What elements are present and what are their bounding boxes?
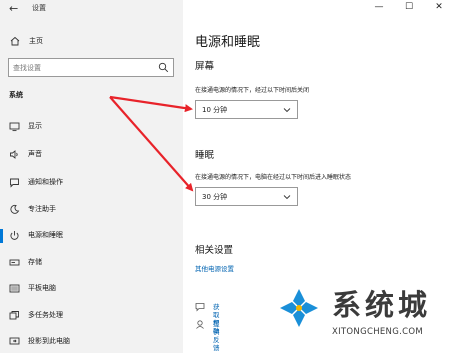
sidebar-item-label: 多任务处理: [28, 311, 63, 319]
screen-description: 在接通电源的情况下，经过以下时间后关闭: [195, 87, 310, 94]
sidebar-item-storage[interactable]: 存储: [0, 251, 183, 275]
search-icon[interactable]: [158, 62, 169, 73]
sidebar-item-label: 存储: [28, 258, 42, 266]
chevron-down-icon: [283, 195, 291, 200]
sleep-timeout-select[interactable]: 30 分钟: [195, 187, 298, 206]
watermark-subtext: XITONGCHENG.COM: [332, 327, 423, 337]
sidebar-item-label: 电源和睡眠: [28, 231, 63, 239]
screen-heading: 屏幕: [195, 61, 215, 72]
chevron-down-icon: [283, 108, 291, 113]
sidebar-item-power-sleep[interactable]: 电源和睡眠: [0, 224, 183, 248]
sidebar-item-label: 通知和操作: [28, 178, 63, 186]
storage-icon: [9, 259, 20, 266]
logo-icon: [280, 289, 318, 327]
feedback-icon: [196, 320, 204, 329]
sidebar-item-project[interactable]: 投影到此电脑: [0, 330, 183, 353]
search-box[interactable]: [8, 58, 174, 77]
sleep-description: 在接通电源的情况下，电脑在经过以下时间后进入睡眠状态: [195, 174, 352, 181]
feedback-label: 提供反馈: [213, 320, 220, 352]
sidebar: ← 设置 主页 系统 显示 声音 通知和操作: [0, 0, 183, 353]
sidebar-item-label: 专注助手: [28, 205, 56, 213]
sidebar-item-display[interactable]: 显示: [0, 115, 183, 139]
watermark-text: 系统城: [332, 288, 432, 322]
sidebar-item-label: 主页: [29, 37, 43, 45]
power-icon: [10, 231, 19, 240]
speaker-icon: [10, 150, 18, 159]
select-value: 10 分钟: [202, 106, 228, 114]
sidebar-item-home[interactable]: 主页: [0, 33, 183, 49]
monitor-icon: [9, 122, 20, 132]
project-icon: [9, 337, 20, 345]
search-input[interactable]: [13, 63, 153, 73]
sidebar-item-focus-assist[interactable]: 专注助手: [0, 198, 183, 222]
app-title: 设置: [32, 4, 46, 12]
notification-icon: [10, 178, 19, 188]
sleep-heading: 睡眠: [195, 150, 215, 161]
screen-timeout-select[interactable]: 10 分钟: [195, 100, 298, 119]
active-indicator: [0, 229, 3, 243]
sidebar-item-label: 声音: [28, 150, 42, 158]
sidebar-item-label: 显示: [28, 122, 42, 130]
additional-power-settings-link[interactable]: 其他电源设置: [195, 265, 234, 273]
window-controls: — ☐ ✕: [365, 0, 455, 16]
related-settings-heading: 相关设置: [195, 245, 234, 256]
close-icon[interactable]: ✕: [429, 1, 449, 13]
sidebar-item-tablet[interactable]: 平板电脑: [0, 277, 183, 301]
sidebar-item-sound[interactable]: 声音: [0, 143, 183, 167]
maximize-icon[interactable]: ☐: [399, 1, 419, 13]
multitask-icon: [9, 311, 19, 320]
watermark: 系统城 XITONGCHENG.COM: [268, 277, 455, 347]
select-value: 30 分钟: [202, 193, 228, 201]
minimize-icon[interactable]: —: [369, 1, 389, 13]
tablet-icon: [9, 284, 20, 293]
sidebar-item-notifications[interactable]: 通知和操作: [0, 171, 183, 195]
section-label: 系统: [9, 91, 23, 99]
page-title: 电源和睡眠: [195, 35, 261, 50]
home-icon: [10, 36, 20, 46]
back-arrow-icon[interactable]: ←: [9, 2, 18, 15]
moon-icon: [10, 204, 20, 214]
sidebar-item-multitasking[interactable]: 多任务处理: [0, 304, 183, 328]
chat-bubble-icon: [195, 303, 205, 312]
title-bar: ← 设置: [0, 0, 183, 18]
sidebar-item-label: 平板电脑: [28, 284, 56, 292]
sidebar-item-label: 投影到此电脑: [28, 337, 70, 345]
